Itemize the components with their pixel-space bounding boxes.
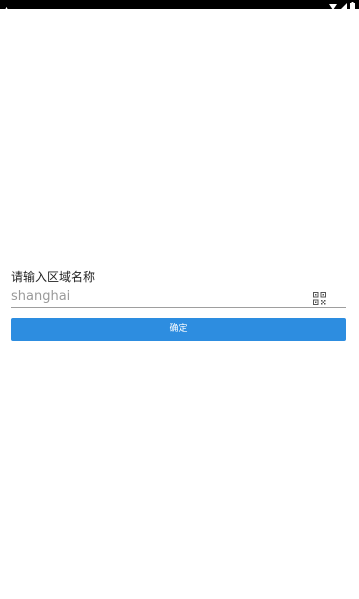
qr-code-scan-icon[interactable] [313, 290, 326, 305]
warning-triangle-icon [2, 0, 11, 15]
status-icons [329, 0, 355, 10]
confirm-button[interactable]: 确定 [11, 318, 346, 341]
battery-icon [350, 0, 355, 14]
signal-icon [340, 0, 347, 14]
region-input-container [11, 287, 346, 308]
region-name-label: 请输入区域名称 [11, 270, 96, 284]
status-bar [0, 0, 359, 15]
wifi-icon [329, 0, 337, 14]
region-name-input[interactable] [11, 287, 301, 306]
app-screen: 请输入区域名称 确定 [0, 0, 359, 599]
